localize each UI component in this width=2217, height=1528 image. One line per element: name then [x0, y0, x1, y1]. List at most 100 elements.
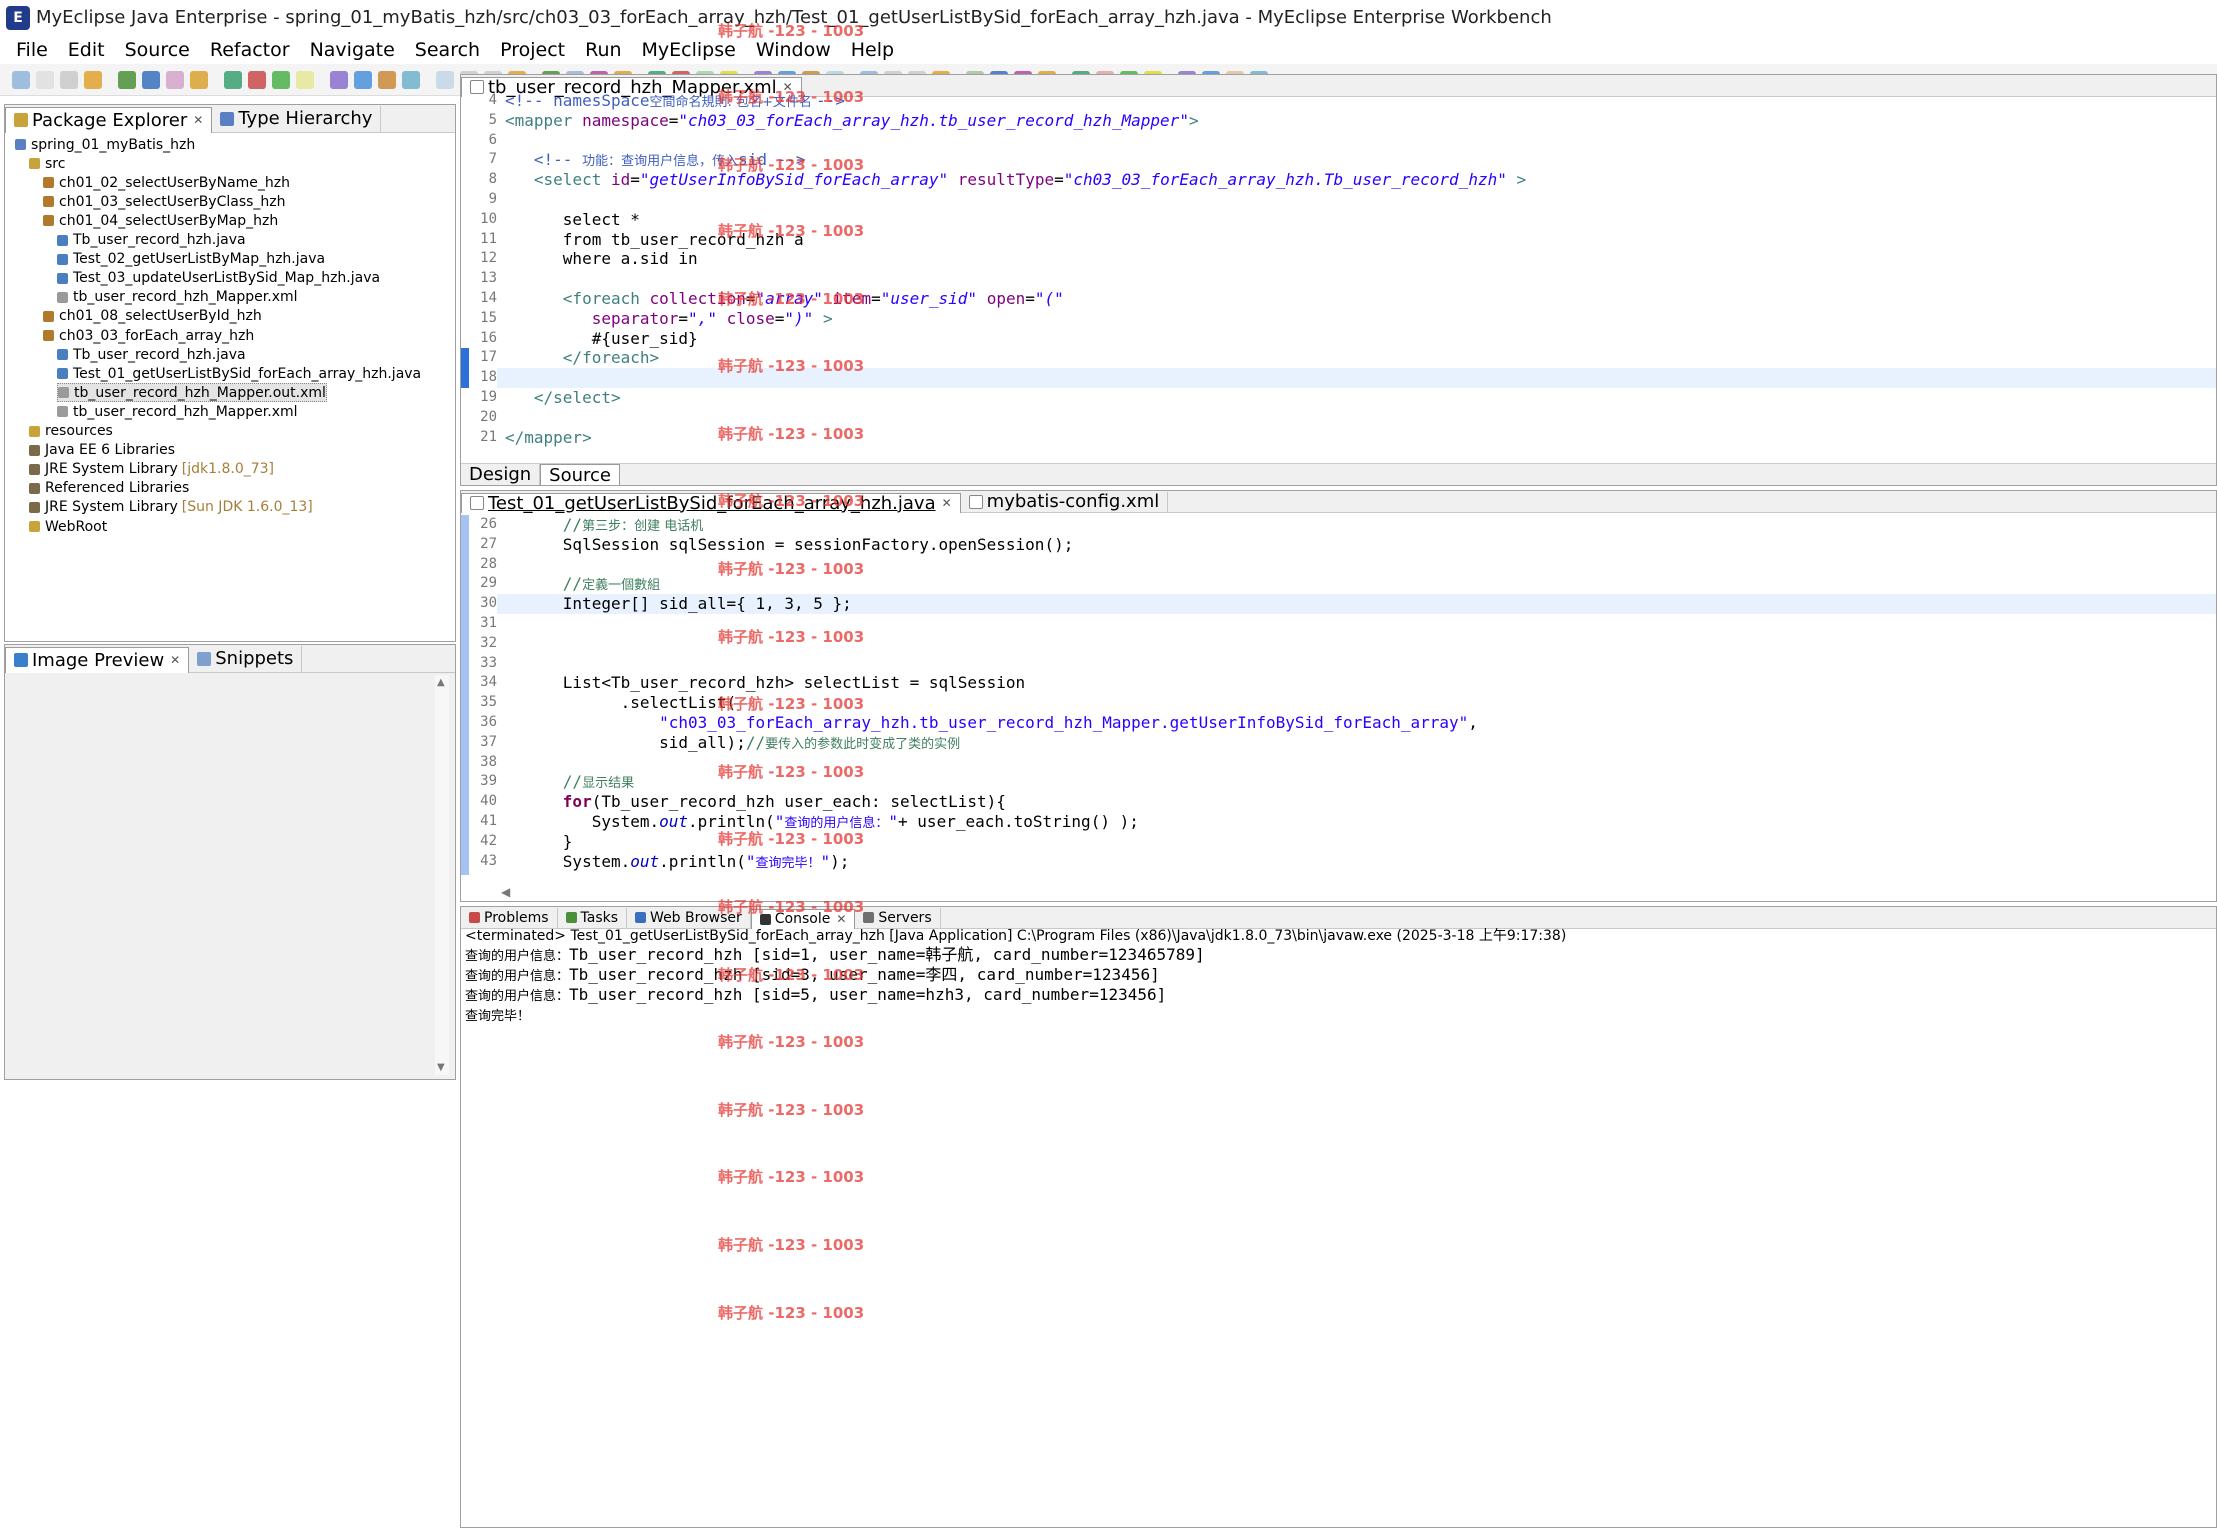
close-icon[interactable]: ✕ [836, 912, 846, 926]
code-token: " [888, 812, 899, 831]
menu-item-file[interactable]: File [6, 39, 58, 61]
code-token: </foreach> [562, 348, 660, 368]
tree-item[interactable]: ch01_03_selectUserByClass_hzh [43, 192, 286, 211]
tree-item[interactable]: ch03_03_forEach_array_hzh [43, 326, 254, 345]
line-number: 6 [488, 131, 497, 148]
code-token: System. [505, 851, 631, 871]
tree-item[interactable]: Tb_user_record_hzh.java [57, 345, 246, 364]
toolbar-button-icon[interactable] [36, 71, 54, 89]
tree-item[interactable]: Test_03_updateUserListBySid_Map_hzh.java [57, 269, 380, 288]
java-code-area[interactable]: 26 //第三步：创建 电话机 27 SqlSession sqlSession … [461, 515, 2216, 875]
toolbar-button-icon[interactable] [402, 71, 420, 89]
hierarchy-icon [220, 111, 235, 126]
menu-item-navigate[interactable]: Navigate [300, 39, 405, 61]
tree-item[interactable]: Java EE 6 Libraries [29, 441, 175, 460]
line-number: 33 [480, 654, 497, 671]
tree-item[interactable]: tb_user_record_hzh_Mapper.out.xml [57, 383, 327, 403]
tab-package-explorer[interactable]: Package Explorer ✕ [5, 106, 213, 133]
tree-item[interactable]: ch01_08_selectUserById_hzh [43, 307, 262, 326]
toolbar-button-icon[interactable] [378, 71, 396, 89]
toolbar-button-icon[interactable] [224, 71, 242, 89]
tree-item[interactable]: ch01_04_selectUserByMap_hzh [43, 211, 278, 230]
close-icon[interactable]: ✕ [193, 113, 203, 127]
menu-item-project[interactable]: Project [490, 39, 575, 61]
console-text: Tb_user_record_hzh [sid=5, user_name=hzh… [569, 985, 1167, 1004]
toolbar-button-icon[interactable] [354, 71, 372, 89]
code-line: separator="," close=")" > [505, 309, 833, 329]
toolbar-button-icon[interactable] [60, 71, 78, 89]
scroll-up-icon[interactable]: ▲ [437, 677, 445, 688]
code-token: --> [816, 91, 845, 110]
toolbar-button-icon[interactable] [118, 71, 136, 89]
line-number: 40 [480, 793, 497, 810]
menu-item-window[interactable]: Window [746, 39, 841, 61]
tree-item[interactable]: Test_02_getUserListByMap_hzh.java [57, 250, 325, 269]
line-number: 37 [480, 733, 497, 750]
tree-item[interactable]: Test_01_getUserListBySid_forEach_array_h… [57, 364, 421, 383]
console-prefix: 查询的用户信息： [465, 949, 570, 964]
tab-image-preview[interactable]: Image Preview ✕ [5, 646, 190, 673]
tab-snippets[interactable]: Snippets [189, 645, 303, 672]
tree-item-label: Java EE 6 Libraries [45, 442, 175, 459]
tab-design[interactable]: Design [461, 464, 541, 485]
tree-item[interactable]: src [29, 154, 65, 173]
tree-item[interactable]: tb_user_record_hzh_Mapper.xml [57, 402, 298, 421]
menu-item-refactor[interactable]: Refactor [200, 39, 300, 61]
tree-item-extra: [jdk1.8.0_73] [181, 461, 275, 478]
code-token: // [745, 732, 766, 752]
menu-item-help[interactable]: Help [841, 39, 904, 61]
xml-editor-bottom-tabs: Design Source [461, 463, 2216, 486]
menu-item-search[interactable]: Search [405, 39, 490, 61]
code-token: <foreach [562, 289, 650, 308]
tree-item[interactable]: WebRoot [29, 517, 107, 536]
toolbar-button-icon[interactable] [248, 71, 266, 89]
tree-item[interactable]: Referenced Libraries [29, 479, 189, 498]
menu-item-myeclipse[interactable]: MyEclipse [632, 39, 746, 61]
toolbar-button-icon[interactable] [436, 71, 454, 89]
close-icon[interactable]: ✕ [942, 496, 952, 510]
toolbar-button-icon[interactable] [12, 71, 30, 89]
toolbar-button-icon[interactable] [84, 71, 102, 89]
code-line: <mapper namespace="ch03_03_forEach_array… [505, 111, 1199, 131]
menu-item-source[interactable]: Source [115, 39, 200, 61]
menu-item-edit[interactable]: Edit [58, 39, 115, 61]
menu-item-run[interactable]: Run [575, 39, 631, 61]
toolbar-button-icon[interactable] [142, 71, 160, 89]
toolbar-button-icon[interactable] [330, 71, 348, 89]
tree-item[interactable]: tb_user_record_hzh_Mapper.xml [57, 288, 298, 307]
toolbar-button-icon[interactable] [272, 71, 290, 89]
close-icon[interactable]: ✕ [170, 653, 180, 667]
code-token: "getUserInfoBySid_forEach_array" [639, 170, 949, 190]
toolbar-button-icon[interactable] [296, 71, 314, 89]
tree-item[interactable]: JRE System Library [jdk1.8.0_73] [29, 460, 274, 479]
tree-item-label: ch01_04_selectUserByMap_hzh [59, 212, 279, 229]
scroll-down-icon[interactable]: ▼ [437, 1062, 445, 1073]
tree-item[interactable]: spring_01_myBatis_hzh [15, 135, 195, 154]
code-line: System.out.println("查询的用户信息："+ user_each… [505, 812, 1139, 832]
code-token: " [774, 812, 785, 831]
tree-item[interactable]: ch01_02_selectUserByName_hzh [43, 173, 290, 192]
code-token: item [832, 289, 872, 308]
tab-label: Web Browser [650, 909, 742, 926]
toolbar-button-icon[interactable] [166, 71, 184, 89]
toolbar-button-icon[interactable] [190, 71, 208, 89]
tree-item[interactable]: JRE System Library [Sun JDK 1.6.0_13] [29, 498, 313, 517]
tab-mybatis-config[interactable]: mybatis-config.xml [961, 491, 1169, 512]
tree-item-label: JRE System Library [45, 499, 178, 516]
tab-label: Type Hierarchy [238, 108, 373, 129]
scroll-left-icon[interactable]: ◀ [501, 885, 510, 899]
tree-item-label: Test_02_getUserListByMap_hzh.java [73, 251, 326, 268]
tree-item[interactable]: resources [29, 422, 113, 441]
tab-test-java[interactable]: Test_01_getUserListBySid_forEach_array_h… [461, 492, 961, 514]
xml-code-area[interactable]: 4 <!-- namesSpace空間命名規則: 包名+文件名 --> 5 <mapp… [461, 91, 2216, 451]
tab-type-hierarchy[interactable]: Type Hierarchy [212, 105, 382, 132]
scrollbar[interactable]: ▲ ▼ [435, 675, 449, 1075]
tab-source[interactable]: Source [540, 464, 620, 486]
web-browser-icon [635, 912, 647, 923]
tree-item[interactable]: Tb_user_record_hzh.java [57, 231, 246, 250]
